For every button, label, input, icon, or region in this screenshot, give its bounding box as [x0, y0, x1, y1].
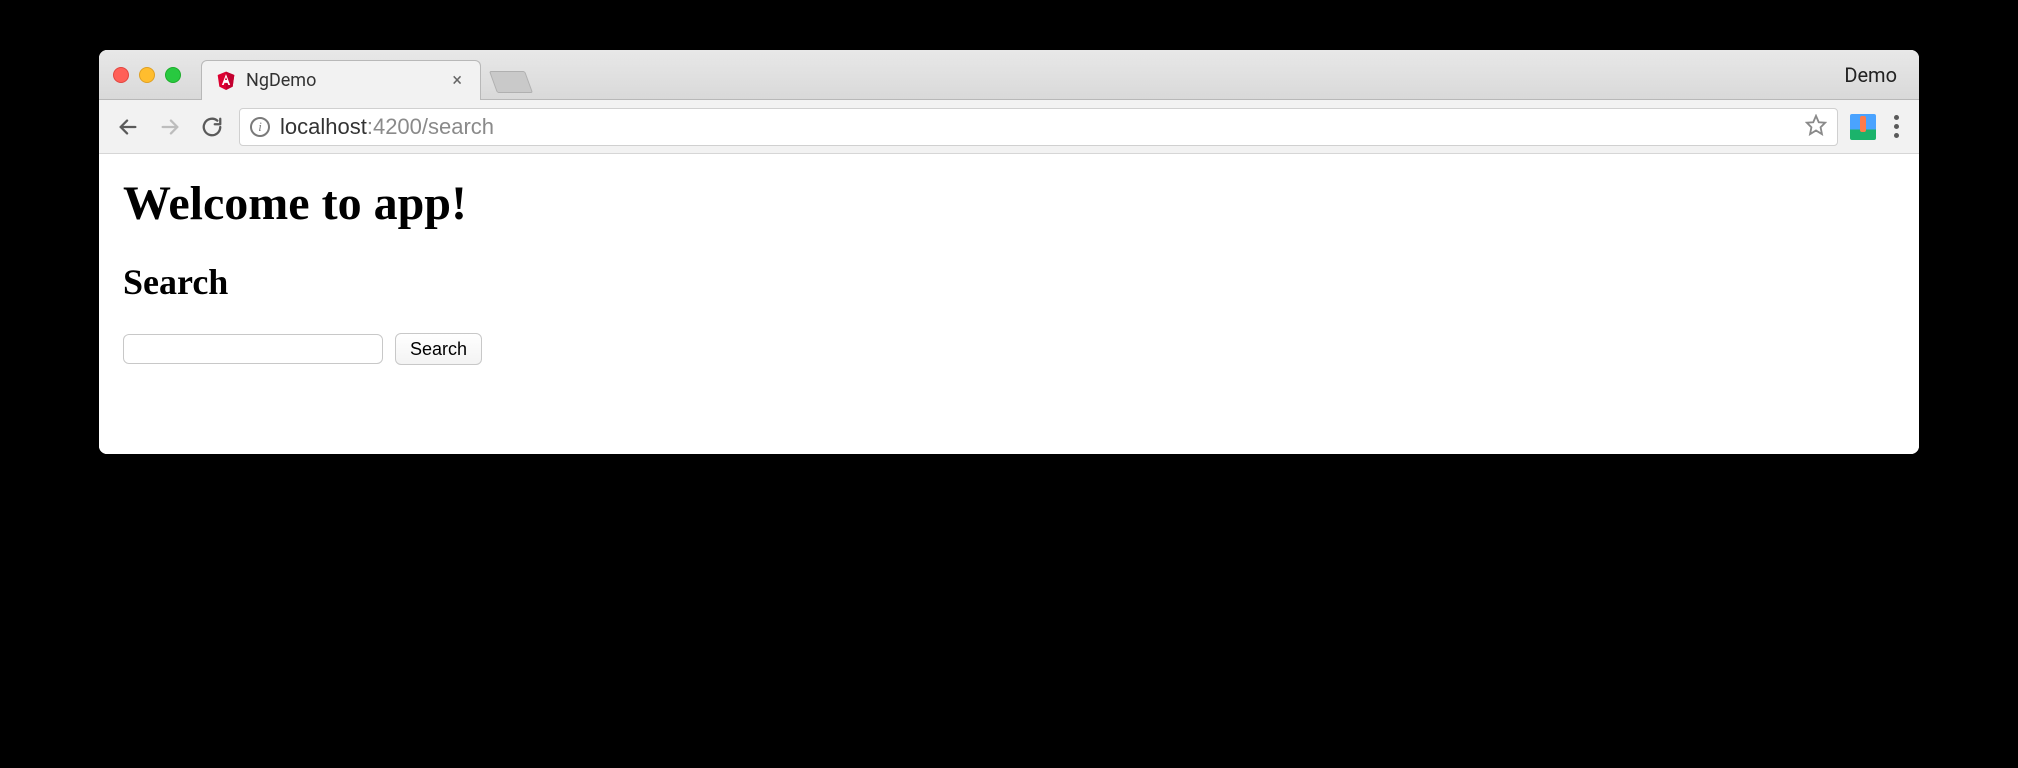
browser-window: NgDemo × Demo i localhost:4200/search [99, 50, 1919, 454]
angular-icon [216, 70, 236, 90]
search-input[interactable] [123, 334, 383, 364]
browser-menu-button[interactable] [1888, 115, 1905, 138]
tab-title: NgDemo [246, 70, 438, 91]
close-tab-button[interactable]: × [448, 70, 466, 91]
title-bar: NgDemo × Demo [99, 50, 1919, 100]
page-content: Welcome to app! Search Search [99, 154, 1919, 454]
bookmark-star-icon[interactable] [1805, 114, 1827, 140]
toolbar: i localhost:4200/search [99, 100, 1919, 154]
forward-button[interactable] [155, 112, 185, 142]
page-title: Welcome to app! [123, 176, 1895, 231]
browser-tab[interactable]: NgDemo × [201, 60, 481, 100]
window-label: Demo [1844, 63, 1905, 87]
site-info-icon[interactable]: i [250, 117, 270, 137]
back-button[interactable] [113, 112, 143, 142]
maximize-window-button[interactable] [165, 67, 181, 83]
new-tab-button[interactable] [489, 71, 533, 93]
url-path: :4200/search [367, 114, 494, 139]
search-heading: Search [123, 261, 1895, 303]
url-host: localhost [280, 114, 367, 139]
search-button[interactable]: Search [395, 333, 482, 365]
traffic-lights [113, 67, 181, 83]
search-form: Search [123, 333, 1895, 365]
lighthouse-extension-icon[interactable] [1850, 114, 1876, 140]
reload-button[interactable] [197, 112, 227, 142]
minimize-window-button[interactable] [139, 67, 155, 83]
address-bar[interactable]: i localhost:4200/search [239, 108, 1838, 146]
url-text: localhost:4200/search [280, 114, 494, 140]
close-window-button[interactable] [113, 67, 129, 83]
